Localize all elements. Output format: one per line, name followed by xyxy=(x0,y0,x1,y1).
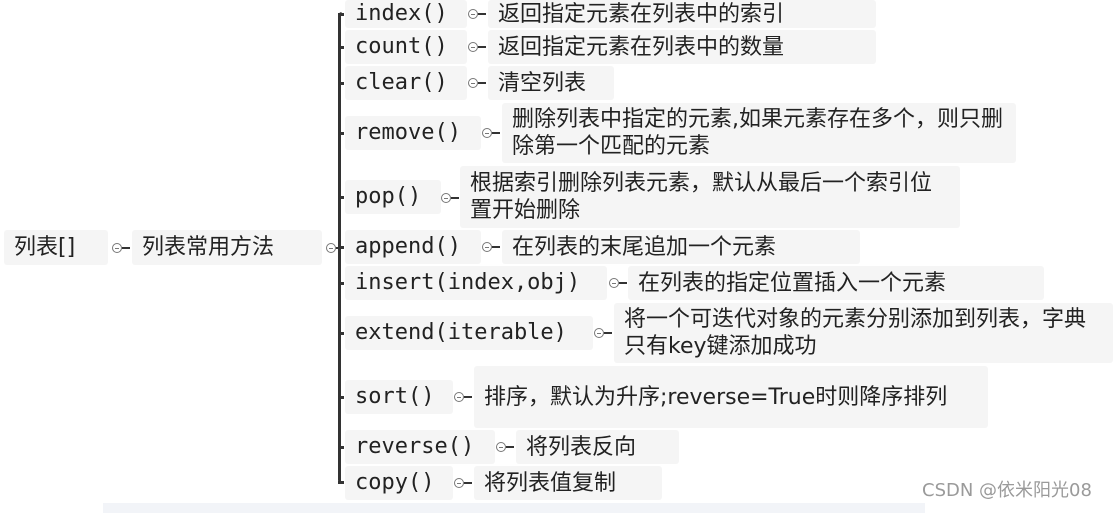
branch-tick xyxy=(338,82,344,85)
branch-tick xyxy=(338,332,344,335)
collapse-icon[interactable] xyxy=(112,243,132,253)
collapse-icon[interactable] xyxy=(482,242,502,252)
collapse-icon[interactable] xyxy=(609,278,629,288)
method-node-copy[interactable]: copy() xyxy=(345,466,453,500)
collapse-icon[interactable] xyxy=(482,128,502,138)
method-desc[interactable]: 清空列表 xyxy=(488,66,614,100)
method-desc[interactable]: 返回指定元素在列表中的索引 xyxy=(488,0,876,28)
method-node-reverse[interactable]: reverse() xyxy=(345,430,495,464)
watermark: CSDN @依米阳光08 xyxy=(922,480,1092,501)
method-node-index[interactable]: index() xyxy=(345,0,467,28)
method-desc[interactable]: 将一个可迭代对象的元素分别添加到列表，字典只有key键添加成功 xyxy=(614,303,1113,363)
root-node[interactable]: 列表[] xyxy=(4,230,108,265)
method-desc[interactable]: 将列表反向 xyxy=(516,430,679,464)
method-node-clear[interactable]: clear() xyxy=(345,66,467,100)
branch-tick xyxy=(338,196,344,199)
method-desc[interactable]: 在列表的末尾追加一个元素 xyxy=(502,230,860,264)
collapse-icon[interactable] xyxy=(468,78,488,88)
method-node-remove[interactable]: remove() xyxy=(345,116,481,150)
method-node-pop[interactable]: pop() xyxy=(345,180,441,214)
branch-tick xyxy=(338,46,344,49)
method-desc[interactable]: 在列表的指定位置插入一个元素 xyxy=(628,266,1044,300)
method-desc[interactable]: 根据索引删除列表元素，默认从最后一个索引位置开始删除 xyxy=(460,166,960,228)
method-desc[interactable]: 删除列表中指定的元素,如果元素存在多个，则只删除第一个匹配的元素 xyxy=(502,103,1016,163)
method-desc[interactable]: 排序，默认为升序;reverse=True时则降序排列 xyxy=(474,366,988,428)
collapse-icon[interactable] xyxy=(594,328,614,338)
cut-off-node xyxy=(103,503,925,513)
branch-tick xyxy=(338,13,344,16)
method-node-sort[interactable]: sort() xyxy=(345,380,453,414)
collapse-icon[interactable] xyxy=(468,9,488,19)
branch-tick xyxy=(338,282,344,285)
method-node-insert[interactable]: insert(index,obj) xyxy=(345,266,607,300)
method-node-count[interactable]: count() xyxy=(345,30,467,64)
collapse-icon[interactable] xyxy=(468,42,488,52)
method-desc[interactable]: 将列表值复制 xyxy=(474,466,662,500)
collapse-icon[interactable] xyxy=(454,478,474,488)
collapse-icon[interactable] xyxy=(454,392,474,402)
branch-tick xyxy=(338,396,344,399)
collapse-icon[interactable] xyxy=(496,442,516,452)
category-node[interactable]: 列表常用方法 xyxy=(132,230,322,265)
branch-tick xyxy=(338,246,344,249)
branch-tick xyxy=(338,132,344,135)
branch-tick xyxy=(338,446,344,449)
branch-tick xyxy=(338,481,344,484)
method-node-append[interactable]: append() xyxy=(345,230,481,264)
collapse-icon[interactable] xyxy=(441,193,461,203)
method-desc[interactable]: 返回指定元素在列表中的数量 xyxy=(488,30,876,64)
method-node-extend[interactable]: extend(iterable) xyxy=(345,316,593,350)
